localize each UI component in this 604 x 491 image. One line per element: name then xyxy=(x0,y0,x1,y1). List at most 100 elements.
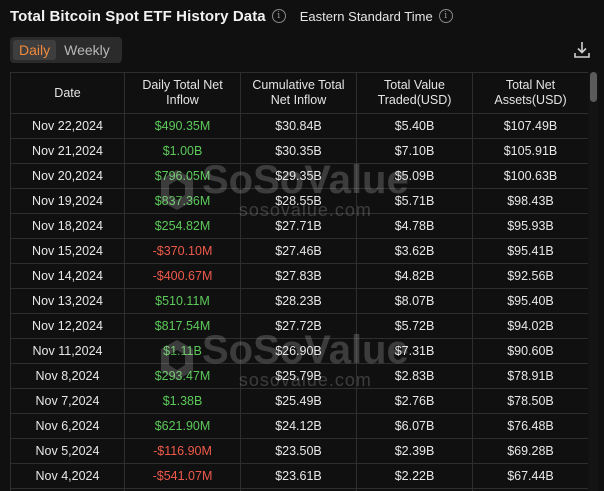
table-row[interactable]: Nov 6,2024 $621.90M $24.12B $6.07B $76.48B xyxy=(10,413,588,439)
daily-inflow-cell: -$116.90M xyxy=(124,438,241,464)
cumulative-inflow-cell: $26.90B xyxy=(240,338,357,364)
column-header-net-assets: Total Net Assets(USD) xyxy=(472,72,588,114)
table-row[interactable]: Nov 22,2024 $490.35M $30.84B $5.40B $107.49B xyxy=(10,113,588,139)
column-header-daily-inflow-label: Daily Total Net Inflow xyxy=(142,78,223,107)
table-row[interactable]: Nov 19,2024 $837.36M $28.55B $5.71B $98.43B xyxy=(10,188,588,214)
table-scrollbar-thumb[interactable] xyxy=(590,72,597,102)
value-traded-cell: $6.07B xyxy=(356,413,473,439)
date-cell: Nov 19,2024 xyxy=(10,188,125,214)
page-header: Total Bitcoin Spot ETF History Data i Ea… xyxy=(10,6,453,26)
date-cell: Nov 4,2024 xyxy=(10,463,125,489)
value-traded-cell: $2.83B xyxy=(356,363,473,389)
date-cell: Nov 21,2024 xyxy=(10,138,125,164)
date-cell: Nov 6,2024 xyxy=(10,413,125,439)
net-assets-cell: $95.93B xyxy=(472,213,588,239)
column-header-daily-inflow: Daily Total Net Inflow xyxy=(124,72,241,114)
date-cell: Nov 7,2024 xyxy=(10,388,125,414)
daily-inflow-cell: $510.11M xyxy=(124,288,241,314)
net-assets-cell: $105.91B xyxy=(472,138,588,164)
date-cell: Nov 15,2024 xyxy=(10,238,125,264)
table-row[interactable]: Nov 12,2024 $817.54M $27.72B $5.72B $94.02B xyxy=(10,313,588,339)
table-row[interactable]: Nov 14,2024 -$400.67M $27.83B $4.82B $92.56B xyxy=(10,263,588,289)
etf-history-table-container: Date Daily Total Net Inflow Cumulative T… xyxy=(10,72,588,491)
tab-daily[interactable]: Daily xyxy=(13,40,57,60)
net-assets-cell: $100.63B xyxy=(472,163,588,189)
tab-weekly[interactable]: Weekly xyxy=(58,40,116,60)
timezone-info-icon[interactable]: i xyxy=(438,9,453,23)
daily-inflow-cell: -$400.67M xyxy=(124,263,241,289)
column-header-cumulative-inflow: Cumulative Total Net Inflow xyxy=(240,72,357,114)
cumulative-inflow-cell: $29.35B xyxy=(240,163,357,189)
net-assets-cell: $78.50B xyxy=(472,388,588,414)
net-assets-cell: $92.56B xyxy=(472,263,588,289)
daily-inflow-cell: $621.90M xyxy=(124,413,241,439)
daily-inflow-cell: $817.54M xyxy=(124,313,241,339)
net-assets-cell: $76.48B xyxy=(472,413,588,439)
date-cell: Nov 13,2024 xyxy=(10,288,125,314)
daily-inflow-cell: $254.82M xyxy=(124,213,241,239)
net-assets-cell: $78.91B xyxy=(472,363,588,389)
date-cell: Nov 14,2024 xyxy=(10,263,125,289)
date-cell: Nov 18,2024 xyxy=(10,213,125,239)
cumulative-inflow-cell: $25.49B xyxy=(240,388,357,414)
cumulative-inflow-cell: $28.55B xyxy=(240,188,357,214)
value-traded-cell: $8.07B xyxy=(356,288,473,314)
cumulative-inflow-cell: $24.12B xyxy=(240,413,357,439)
value-traded-cell: $2.76B xyxy=(356,388,473,414)
table-scrollbar-track[interactable] xyxy=(589,72,598,491)
daily-inflow-cell: $1.11B xyxy=(124,338,241,364)
table-row[interactable]: Nov 5,2024 -$116.90M $23.50B $2.39B $69.28B xyxy=(10,438,588,464)
column-header-value-traded-label: Total Value Traded(USD) xyxy=(377,78,452,107)
daily-inflow-cell: -$370.10M xyxy=(124,238,241,264)
value-traded-cell: $4.78B xyxy=(356,213,473,239)
cumulative-inflow-cell: $23.61B xyxy=(240,463,357,489)
daily-inflow-cell: $1.38B xyxy=(124,388,241,414)
cumulative-inflow-cell: $30.35B xyxy=(240,138,357,164)
table-row[interactable]: Nov 21,2024 $1.00B $30.35B $7.10B $105.91B xyxy=(10,138,588,164)
value-traded-cell: $5.09B xyxy=(356,163,473,189)
table-row[interactable]: Nov 8,2024 $293.47M $25.79B $2.83B $78.91B xyxy=(10,363,588,389)
table-row[interactable]: Nov 18,2024 $254.82M $27.71B $4.78B $95.93B xyxy=(10,213,588,239)
daily-inflow-cell: $293.47M xyxy=(124,363,241,389)
cumulative-inflow-cell: $28.23B xyxy=(240,288,357,314)
daily-inflow-cell: $1.00B xyxy=(124,138,241,164)
value-traded-cell: $4.82B xyxy=(356,263,473,289)
value-traded-cell: $7.31B xyxy=(356,338,473,364)
column-header-cumulative-inflow-label: Cumulative Total Net Inflow xyxy=(252,78,345,107)
timezone-label: Eastern Standard Time xyxy=(299,8,433,24)
download-icon[interactable] xyxy=(572,40,592,60)
table-row[interactable]: Nov 11,2024 $1.11B $26.90B $7.31B $90.60B xyxy=(10,338,588,364)
net-assets-cell: $98.43B xyxy=(472,188,588,214)
value-traded-cell: $7.10B xyxy=(356,138,473,164)
title-info-icon[interactable]: i xyxy=(271,9,286,23)
etf-history-table: Date Daily Total Net Inflow Cumulative T… xyxy=(10,72,588,491)
table-row[interactable]: Nov 7,2024 $1.38B $25.49B $2.76B $78.50B xyxy=(10,388,588,414)
page-title: Total Bitcoin Spot ETF History Data xyxy=(10,7,266,25)
value-traded-cell: $2.39B xyxy=(356,438,473,464)
column-header-value-traded: Total Value Traded(USD) xyxy=(356,72,473,114)
cumulative-inflow-cell: $27.46B xyxy=(240,238,357,264)
date-cell: Nov 12,2024 xyxy=(10,313,125,339)
value-traded-cell: $5.40B xyxy=(356,113,473,139)
net-assets-cell: $95.41B xyxy=(472,238,588,264)
table-row[interactable]: Nov 13,2024 $510.11M $28.23B $8.07B $95.40B xyxy=(10,288,588,314)
net-assets-cell: $95.40B xyxy=(472,288,588,314)
date-cell: Nov 22,2024 xyxy=(10,113,125,139)
net-assets-cell: $94.02B xyxy=(472,313,588,339)
period-toggle: Daily Weekly xyxy=(10,37,122,63)
cumulative-inflow-cell: $27.83B xyxy=(240,263,357,289)
value-traded-cell: $3.62B xyxy=(356,238,473,264)
table-row[interactable]: Nov 4,2024 -$541.07M $23.61B $2.22B $67.44B xyxy=(10,463,588,489)
cumulative-inflow-cell: $30.84B xyxy=(240,113,357,139)
table-row[interactable]: Nov 20,2024 $796.05M $29.35B $5.09B $100.63B xyxy=(10,163,588,189)
net-assets-cell: $90.60B xyxy=(472,338,588,364)
table-row[interactable]: Nov 15,2024 -$370.10M $27.46B $3.62B $95.41B xyxy=(10,238,588,264)
date-cell: Nov 11,2024 xyxy=(10,338,125,364)
net-assets-cell: $107.49B xyxy=(472,113,588,139)
table-header-row: Date Daily Total Net Inflow Cumulative T… xyxy=(10,72,588,114)
daily-inflow-cell: $837.36M xyxy=(124,188,241,214)
value-traded-cell: $5.71B xyxy=(356,188,473,214)
daily-inflow-cell: $796.05M xyxy=(124,163,241,189)
cumulative-inflow-cell: $25.79B xyxy=(240,363,357,389)
value-traded-cell: $5.72B xyxy=(356,313,473,339)
